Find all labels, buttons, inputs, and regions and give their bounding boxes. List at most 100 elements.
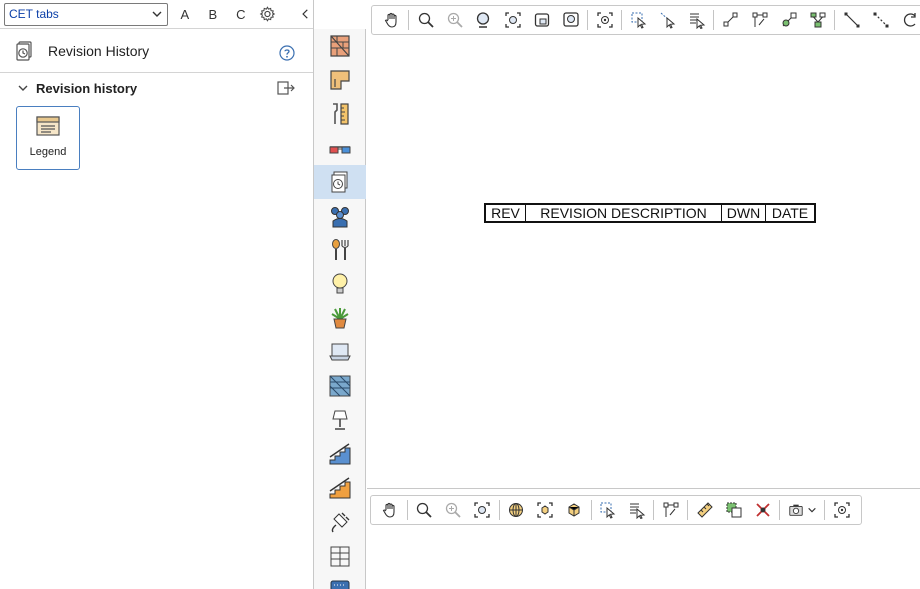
ruler-icon — [697, 502, 713, 518]
revision-history-tab[interactable] — [314, 165, 366, 199]
snap-icon — [782, 12, 796, 27]
zoom-button[interactable] — [410, 497, 439, 523]
left-panel: CET tabs A B C Revision History Revision… — [0, 0, 314, 589]
stairs-blue-button[interactable] — [314, 437, 366, 471]
floor-plan-button[interactable] — [314, 63, 366, 97]
line-icon — [844, 12, 859, 28]
copy-icon — [726, 502, 742, 518]
people-button[interactable] — [314, 199, 366, 233]
zoom-in-button[interactable] — [440, 7, 469, 33]
viewport-divider[interactable] — [367, 488, 920, 489]
legend-icon — [36, 116, 60, 136]
focus-button[interactable] — [590, 7, 619, 33]
hierarchy-icon — [810, 12, 825, 28]
lighting-button[interactable] — [314, 267, 366, 301]
separator — [587, 10, 588, 30]
ruler-button[interactable] — [690, 497, 719, 523]
tabs-select[interactable]: CET tabs — [4, 2, 168, 26]
tiles-button[interactable] — [314, 369, 366, 403]
tools-icon — [333, 103, 349, 125]
zoom-window-button[interactable] — [527, 7, 556, 33]
chevron-down-icon — [807, 507, 816, 513]
snap-button[interactable] — [774, 7, 803, 33]
bottom-view-toolbar — [370, 495, 862, 525]
gear-icon[interactable] — [259, 4, 276, 24]
stairs-blue-icon — [329, 443, 351, 465]
rev-column-header: REV — [486, 205, 526, 221]
line-button[interactable] — [837, 7, 866, 33]
shelving-icon — [330, 546, 350, 567]
select-button[interactable] — [624, 7, 653, 33]
letter-c-button[interactable]: C — [227, 7, 255, 22]
cube-extents-icon — [537, 502, 553, 518]
select-text-button[interactable] — [623, 497, 652, 523]
select-button[interactable] — [594, 497, 623, 523]
separator — [406, 500, 408, 520]
separator — [590, 500, 592, 520]
zoom-extents-button[interactable] — [468, 497, 497, 523]
magnifier-icon — [417, 502, 433, 518]
help-icon[interactable] — [279, 45, 295, 61]
zoom-in-button[interactable] — [439, 497, 468, 523]
3d-view-button[interactable] — [560, 497, 589, 523]
3d-glasses-icon — [329, 146, 351, 154]
zoom-previous-icon — [562, 12, 579, 27]
tools-button[interactable] — [314, 97, 366, 131]
focus-button[interactable] — [827, 497, 856, 523]
plants-button[interactable] — [314, 301, 366, 335]
3d-extents-button[interactable] — [531, 497, 560, 523]
rotate-button[interactable] — [895, 7, 920, 33]
dimension-button[interactable] — [716, 7, 745, 33]
hierarchy-button[interactable] — [803, 7, 832, 33]
letter-b-button[interactable]: B — [199, 7, 227, 22]
separator — [687, 500, 689, 520]
zoom-previous-button[interactable] — [556, 7, 585, 33]
camera-button[interactable] — [782, 497, 822, 523]
revision-history-section[interactable]: Revision history — [0, 73, 313, 103]
letter-a-button[interactable]: A — [171, 7, 199, 22]
delete-button[interactable] — [748, 497, 777, 523]
electrical-button[interactable] — [314, 505, 366, 539]
kitchen-tools-button[interactable] — [314, 233, 366, 267]
laptop-icon — [329, 343, 351, 361]
rotate-icon — [903, 13, 916, 27]
pan-button[interactable] — [376, 497, 405, 523]
copy-button[interactable] — [719, 497, 748, 523]
separator — [621, 10, 622, 30]
measure-button[interactable] — [745, 7, 774, 33]
panel-header: Revision History — [0, 29, 313, 73]
hand-icon — [383, 502, 396, 518]
measure-button[interactable] — [656, 497, 685, 523]
collapse-panel-icon[interactable] — [298, 5, 313, 23]
app-window: CET tabs A B C Revision History Revision… — [0, 0, 920, 589]
plug-icon — [331, 512, 350, 533]
zoom-in-icon — [446, 502, 461, 518]
dwn-column-header: DWN — [722, 205, 766, 221]
date-column-header: DATE — [771, 205, 809, 221]
drawing-canvas[interactable]: REV REVISION DESCRIPTION DWN DATE — [367, 0, 920, 589]
revision-description-column-header: REVISION DESCRIPTION — [526, 205, 722, 221]
dashed-line-button[interactable] — [866, 7, 895, 33]
export-icon[interactable] — [277, 81, 295, 95]
pan-button[interactable] — [377, 7, 406, 33]
calendar-button[interactable] — [314, 573, 366, 589]
lamps-button[interactable] — [314, 403, 366, 437]
measure-icon — [752, 12, 767, 27]
globe-view-button[interactable] — [502, 497, 531, 523]
select-crossing-button[interactable] — [653, 7, 682, 33]
3d-glasses-button[interactable] — [314, 131, 366, 165]
panel-topbar: CET tabs A B C — [0, 0, 313, 29]
select-text-button[interactable] — [682, 7, 711, 33]
zoom-button[interactable] — [411, 7, 440, 33]
wall-button[interactable] — [314, 29, 366, 63]
zoom-out-button[interactable] — [469, 7, 498, 33]
chevron-down-icon[interactable] — [17, 82, 29, 94]
select-icon — [600, 502, 616, 519]
zoom-extents-button[interactable] — [498, 7, 527, 33]
stairs-orange-button[interactable] — [314, 471, 366, 505]
shelving-button[interactable] — [314, 539, 366, 573]
panel-title: Revision History — [48, 42, 150, 59]
legend-tile[interactable]: Legend — [16, 106, 80, 170]
devices-button[interactable] — [314, 335, 366, 369]
revision-table[interactable]: REV REVISION DESCRIPTION DWN DATE — [484, 203, 816, 223]
